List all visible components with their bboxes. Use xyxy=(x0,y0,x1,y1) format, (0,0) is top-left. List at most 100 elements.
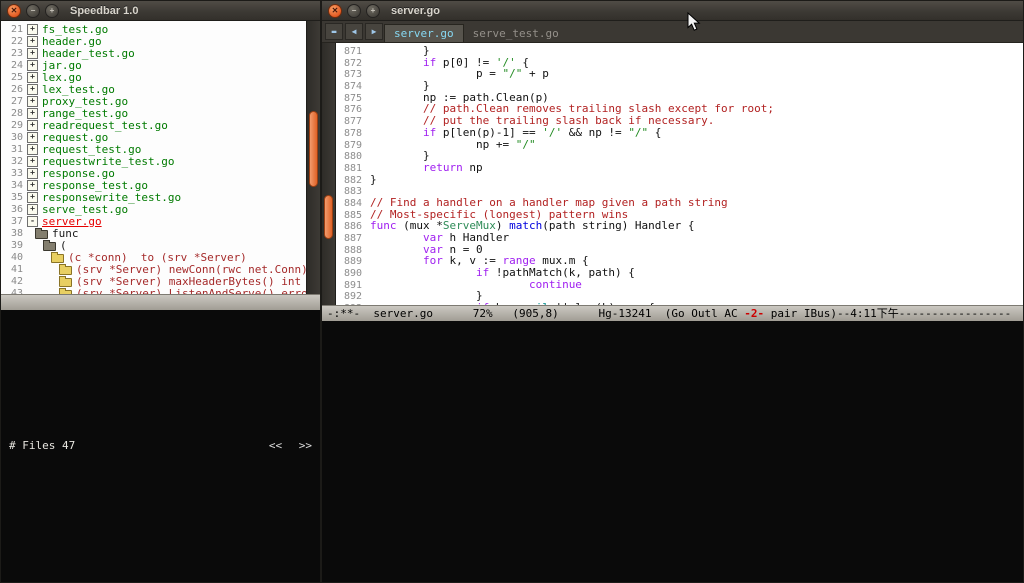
maximize-button[interactable]: + xyxy=(366,4,380,18)
expand-plus-icon[interactable]: + xyxy=(27,108,38,119)
speedbar-row[interactable]: 28+range_test.go xyxy=(1,107,306,119)
editor-scrollbar-thumb[interactable] xyxy=(324,195,333,239)
code-text: && np != xyxy=(562,126,628,139)
tab-home-icon[interactable]: ▬ xyxy=(325,23,343,40)
expand-plus-icon[interactable]: + xyxy=(27,120,38,131)
echo-area xyxy=(322,321,1023,583)
speedbar-row[interactable]: 36+serve_test.go xyxy=(1,203,306,215)
nav-forward-button[interactable]: >> xyxy=(299,439,312,452)
line-number: 39 xyxy=(1,240,23,251)
expand-plus-icon[interactable]: + xyxy=(27,180,38,191)
expand-plus-icon[interactable]: + xyxy=(27,204,38,215)
expand-plus-icon[interactable]: + xyxy=(27,144,38,155)
folder-icon[interactable] xyxy=(59,266,72,275)
speedbar-row[interactable]: 34+response_test.go xyxy=(1,179,306,191)
speedbar-scrollbar[interactable] xyxy=(306,21,320,294)
line-number: 41 xyxy=(1,264,23,275)
line-number: 884 xyxy=(336,198,362,210)
expand-plus-icon[interactable]: + xyxy=(27,84,38,95)
speedbar-row[interactable]: 39 ( xyxy=(1,239,306,251)
collapse-minus-icon[interactable]: - xyxy=(27,216,38,227)
code-line[interactable]: 893 if h == nil || len(k) > n { xyxy=(336,302,1023,304)
tab-server-go[interactable]: server.go xyxy=(384,24,464,42)
speedbar-item-label: (srv *Server) ListenAndServe() error xyxy=(76,287,306,294)
speedbar-row[interactable]: 24+jar.go xyxy=(1,59,306,71)
tab-bar: ▬ ◀ ▶ server.go serve_test.go xyxy=(322,21,1023,43)
speedbar-row[interactable]: 33+response.go xyxy=(1,167,306,179)
close-button[interactable]: ✕ xyxy=(328,4,342,18)
code-text: (path string) Handler { xyxy=(542,219,694,232)
minimize-button[interactable]: − xyxy=(347,4,361,18)
code-text: "/" xyxy=(516,138,536,151)
line-number: 29 xyxy=(1,120,23,131)
folder-icon[interactable] xyxy=(59,290,72,294)
expand-plus-icon[interactable]: + xyxy=(27,36,38,47)
code-text: np xyxy=(463,161,483,174)
nav-back-button[interactable]: << xyxy=(269,439,282,452)
editor-scrollbar[interactable] xyxy=(322,43,336,305)
code-line[interactable]: 873 p = "/" + p xyxy=(336,68,1023,80)
expand-plus-icon[interactable]: + xyxy=(27,96,38,107)
line-number: 42 xyxy=(1,276,23,287)
speedbar-row[interactable]: 37-server.go xyxy=(1,215,306,227)
speedbar-file-tree: 21+fs_test.go22+header.go23+header_test.… xyxy=(1,21,306,294)
speedbar-row[interactable]: 42(srv *Server) maxHeaderBytes() int xyxy=(1,275,306,287)
editor-titlebar[interactable]: ✕ − + server.go xyxy=(322,1,1023,21)
speedbar-item-label: ( xyxy=(60,239,67,252)
expand-plus-icon[interactable]: + xyxy=(27,60,38,71)
code-text xyxy=(370,301,476,304)
expand-plus-icon[interactable]: + xyxy=(27,48,38,59)
expand-plus-icon[interactable]: + xyxy=(27,168,38,179)
speedbar-row[interactable]: 27+proxy_test.go xyxy=(1,95,306,107)
speedbar-row[interactable]: 40(c *conn) to (srv *Server) xyxy=(1,251,306,263)
speedbar-row[interactable]: 41(srv *Server) newConn(rwc net.Conn) (c xyxy=(1,263,306,275)
window-title: Speedbar 1.0 xyxy=(70,5,138,17)
speedbar-titlebar[interactable]: ✕ − + Speedbar 1.0 xyxy=(1,1,320,21)
code-text: continue xyxy=(529,278,582,291)
line-number: 38 xyxy=(1,228,23,239)
close-button[interactable]: ✕ xyxy=(7,4,21,18)
code-area[interactable]: Handlefunc(pattern string, handler Handl… xyxy=(336,43,1023,305)
folder-icon[interactable] xyxy=(43,242,56,251)
modeline-text-tail: pair IBus)--4:11下午----------------- xyxy=(764,307,1011,320)
expand-plus-icon[interactable]: + xyxy=(27,132,38,143)
tab-serve-test-go[interactable]: serve_test.go xyxy=(464,25,568,42)
line-number: 24 xyxy=(1,60,23,71)
window-title: server.go xyxy=(391,5,440,17)
speedbar-row[interactable]: 38func xyxy=(1,227,306,239)
code-line[interactable]: 879 np += "/" xyxy=(336,139,1023,151)
folder-icon[interactable] xyxy=(59,278,72,287)
speedbar-row[interactable]: 32+requestwrite_test.go xyxy=(1,155,306,167)
expand-plus-icon[interactable]: + xyxy=(27,156,38,167)
minimize-button[interactable]: − xyxy=(26,4,40,18)
code-text: { xyxy=(648,126,661,139)
line-number: 26 xyxy=(1,84,23,95)
line-number: 35 xyxy=(1,192,23,203)
speedbar-row[interactable]: 30+request.go xyxy=(1,131,306,143)
speedbar-row[interactable]: 35+responsewrite_test.go xyxy=(1,191,306,203)
tab-scroll-right-icon[interactable]: ▶ xyxy=(365,23,383,40)
code-text: nil xyxy=(529,301,549,304)
maximize-button[interactable]: + xyxy=(45,4,59,18)
speedbar-row[interactable]: 29+readrequest_test.go xyxy=(1,119,306,131)
expand-plus-icon[interactable]: + xyxy=(27,24,38,35)
expand-plus-icon[interactable]: + xyxy=(27,72,38,83)
line-number: 893 xyxy=(336,303,362,304)
speedbar-row[interactable]: 25+lex.go xyxy=(1,71,306,83)
line-number: 878 xyxy=(336,128,362,140)
speedbar-row[interactable]: 26+lex_test.go xyxy=(1,83,306,95)
code-line[interactable]: 881 return np xyxy=(336,162,1023,174)
speedbar-row[interactable]: 22+header.go xyxy=(1,35,306,47)
speedbar-modeline: -:--- *Speedbar* xyxy=(1,294,320,310)
expand-plus-icon[interactable]: + xyxy=(27,192,38,203)
code-text: if xyxy=(476,301,489,304)
code-line[interactable]: 882} xyxy=(336,174,1023,186)
tab-scroll-left-icon[interactable]: ◀ xyxy=(345,23,363,40)
speedbar-row[interactable]: 31+request_test.go xyxy=(1,143,306,155)
folder-icon[interactable] xyxy=(51,254,64,263)
speedbar-row[interactable]: 23+header_test.go xyxy=(1,47,306,59)
code-text: + p xyxy=(522,67,549,80)
speedbar-scrollbar-thumb[interactable] xyxy=(309,111,318,187)
folder-icon[interactable] xyxy=(35,230,48,239)
speedbar-row[interactable]: 21+fs_test.go xyxy=(1,23,306,35)
